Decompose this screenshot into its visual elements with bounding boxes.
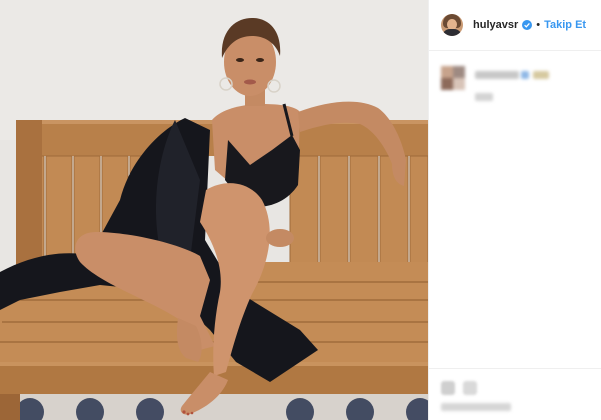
comment-icon[interactable] — [463, 381, 477, 395]
follow-button[interactable]: Takip Et — [544, 19, 586, 31]
blurred-badge — [521, 71, 529, 79]
caption-comment-blurred — [441, 66, 591, 106]
commenter-avatar-blurred[interactable] — [441, 66, 465, 90]
username-link[interactable]: hulyavsr — [473, 19, 518, 31]
profile-avatar[interactable] — [441, 14, 463, 36]
like-icon[interactable] — [441, 381, 455, 395]
separator-dot: • — [536, 19, 541, 31]
verified-badge-icon — [522, 20, 533, 30]
blurred-timestamp — [475, 93, 493, 101]
instagram-post: hulyavsr • Takip Et — [0, 0, 601, 420]
post-photo[interactable] — [0, 0, 428, 420]
post-actions-blurred — [429, 368, 601, 420]
blurred-text — [533, 71, 549, 79]
blurred-likes-count — [441, 403, 511, 411]
photo-illustration — [0, 0, 428, 420]
blurred-username — [475, 71, 519, 79]
avatar-body — [442, 29, 462, 36]
post-header: hulyavsr • Takip Et — [429, 0, 601, 51]
post-sidebar: hulyavsr • Takip Et — [428, 0, 601, 420]
